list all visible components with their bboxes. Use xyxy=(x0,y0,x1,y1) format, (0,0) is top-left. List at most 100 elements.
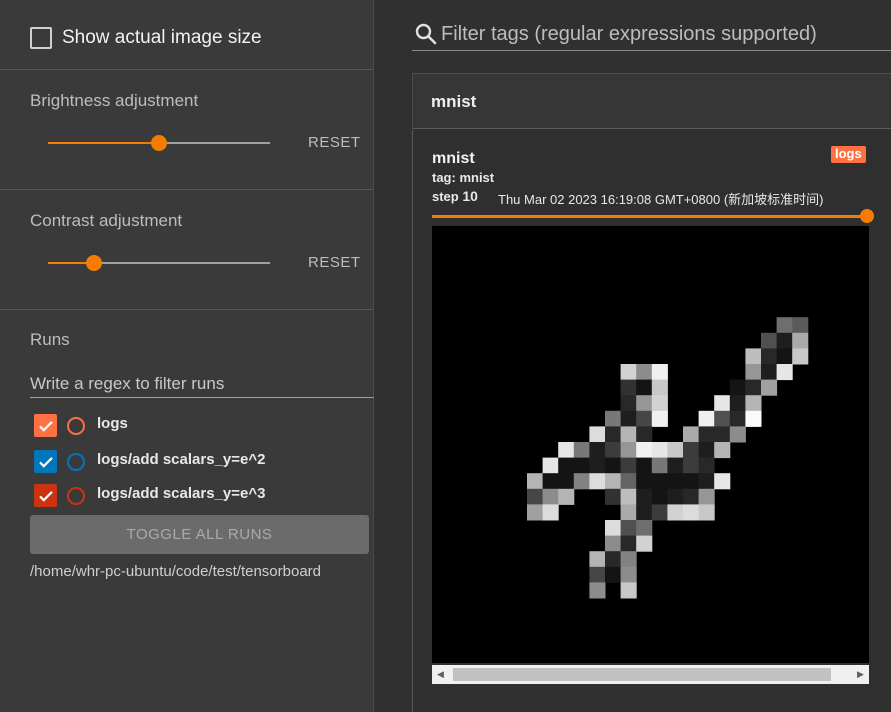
digit-pixel xyxy=(636,442,653,459)
digit-pixel xyxy=(667,473,684,490)
arrow-left-icon[interactable]: ◀ xyxy=(432,665,449,684)
digit-pixel xyxy=(776,364,793,381)
tag-filter-input[interactable] xyxy=(441,18,891,50)
run-checkbox[interactable] xyxy=(34,484,57,507)
contrast-slider-thumb[interactable] xyxy=(86,255,102,271)
digit-pixel xyxy=(667,442,684,459)
digit-pixel xyxy=(761,364,778,381)
digit-pixel xyxy=(620,442,637,459)
digit-pixel xyxy=(698,504,715,521)
run-item-logs-add-scalars-e3[interactable]: logs/add scalars_y=e^3 xyxy=(34,484,374,508)
digit-pixel xyxy=(683,426,700,443)
digit-pixel xyxy=(589,442,606,459)
digit-pixel xyxy=(620,488,637,505)
digit-pixel xyxy=(605,551,622,568)
contrast-section: Contrast adjustment RESET xyxy=(0,190,374,310)
run-label: logs/add scalars_y=e^3 xyxy=(97,485,266,502)
check-icon xyxy=(38,420,53,432)
digit-pixel xyxy=(651,379,668,396)
brightness-slider-thumb[interactable] xyxy=(151,135,167,151)
step-slider[interactable] xyxy=(432,215,868,218)
digit-pixel xyxy=(729,426,746,443)
show-actual-size-label[interactable]: Show actual image size xyxy=(62,27,262,49)
tag-filter-underline xyxy=(412,50,891,51)
digit-pixel xyxy=(745,379,762,396)
brightness-section: Brightness adjustment RESET xyxy=(0,70,374,190)
digit-pixel xyxy=(620,566,637,583)
toggle-all-runs-button[interactable]: TOGGLE ALL RUNS xyxy=(30,515,369,554)
card-title: mnist xyxy=(432,150,475,167)
run-filter-input[interactable] xyxy=(30,370,374,398)
digit-pixel xyxy=(605,488,622,505)
digit-pixel xyxy=(558,488,575,505)
run-item-logs[interactable]: logs xyxy=(34,414,374,438)
step-value: 10 xyxy=(462,188,478,204)
digit-pixel xyxy=(620,410,637,427)
run-checkbox[interactable] xyxy=(34,450,57,473)
digit-pixel xyxy=(776,348,793,365)
brightness-title: Brightness adjustment xyxy=(30,91,199,110)
runs-title: Runs xyxy=(30,330,70,349)
digit-pixel xyxy=(651,457,668,474)
digit-pixel xyxy=(745,395,762,412)
digit-pixel xyxy=(636,395,653,412)
digit-pixel xyxy=(620,457,637,474)
digit-pixel xyxy=(605,442,622,459)
digit-pixel xyxy=(636,535,653,552)
digit-pixel xyxy=(761,332,778,349)
digit-pixel xyxy=(620,426,637,443)
step-slider-thumb[interactable] xyxy=(860,209,874,223)
brightness-reset-button[interactable]: RESET xyxy=(308,134,361,151)
digit-pixel xyxy=(714,395,731,412)
mnist-image xyxy=(432,226,869,663)
digit-pixel xyxy=(589,551,606,568)
run-color-circle[interactable] xyxy=(67,417,85,435)
digit-pixel xyxy=(651,442,668,459)
digit-pixel xyxy=(542,473,559,490)
contrast-slider[interactable] xyxy=(48,255,270,271)
digit-pixel xyxy=(620,473,637,490)
tag-group-header[interactable]: mnist xyxy=(412,73,891,129)
digit-pixel xyxy=(605,410,622,427)
digit-pixel xyxy=(698,410,715,427)
digit-pixel xyxy=(698,442,715,459)
digit-pixel xyxy=(667,457,684,474)
digit-pixel xyxy=(698,488,715,505)
digit-pixel xyxy=(620,582,637,599)
run-item-logs-add-scalars-e2[interactable]: logs/add scalars_y=e^2 xyxy=(34,450,374,474)
digit-pixel xyxy=(714,410,731,427)
digit-pixel xyxy=(729,395,746,412)
digit-pixel xyxy=(636,473,653,490)
digit-pixel xyxy=(698,426,715,443)
run-checkbox[interactable] xyxy=(34,414,57,437)
digit-pixel xyxy=(683,488,700,505)
digit-pixel xyxy=(605,457,622,474)
digit-pixel xyxy=(792,317,809,334)
show-actual-size-checkbox[interactable] xyxy=(30,27,52,49)
run-color-circle[interactable] xyxy=(67,453,85,471)
digit-pixel xyxy=(636,364,653,381)
arrow-right-icon[interactable]: ▶ xyxy=(852,665,869,684)
digit-pixel xyxy=(651,364,668,381)
digit-pixel xyxy=(636,379,653,396)
run-badge: logs xyxy=(831,146,866,163)
digit-pixel xyxy=(558,442,575,459)
digit-pixel xyxy=(620,364,637,381)
card-step: step 10 xyxy=(432,188,478,204)
contrast-reset-button[interactable]: RESET xyxy=(308,254,361,271)
digit-pixel xyxy=(667,488,684,505)
digit-pixel xyxy=(527,504,544,521)
digit-pixel xyxy=(573,473,590,490)
scrollbar-thumb[interactable] xyxy=(453,668,831,681)
digit-pixel xyxy=(636,457,653,474)
run-color-circle[interactable] xyxy=(67,487,85,505)
digit-pixel xyxy=(589,473,606,490)
digit-pixel xyxy=(527,473,544,490)
brightness-slider-fill xyxy=(48,142,159,144)
brightness-slider[interactable] xyxy=(48,135,270,151)
digit-pixel xyxy=(527,488,544,505)
digit-pixel xyxy=(620,379,637,396)
digit-pixel xyxy=(714,426,731,443)
card-timestamp: Thu Mar 02 2023 16:19:08 GMT+0800 (新加坡标准… xyxy=(498,192,824,207)
horizontal-scrollbar[interactable]: ◀ ▶ xyxy=(432,665,869,684)
